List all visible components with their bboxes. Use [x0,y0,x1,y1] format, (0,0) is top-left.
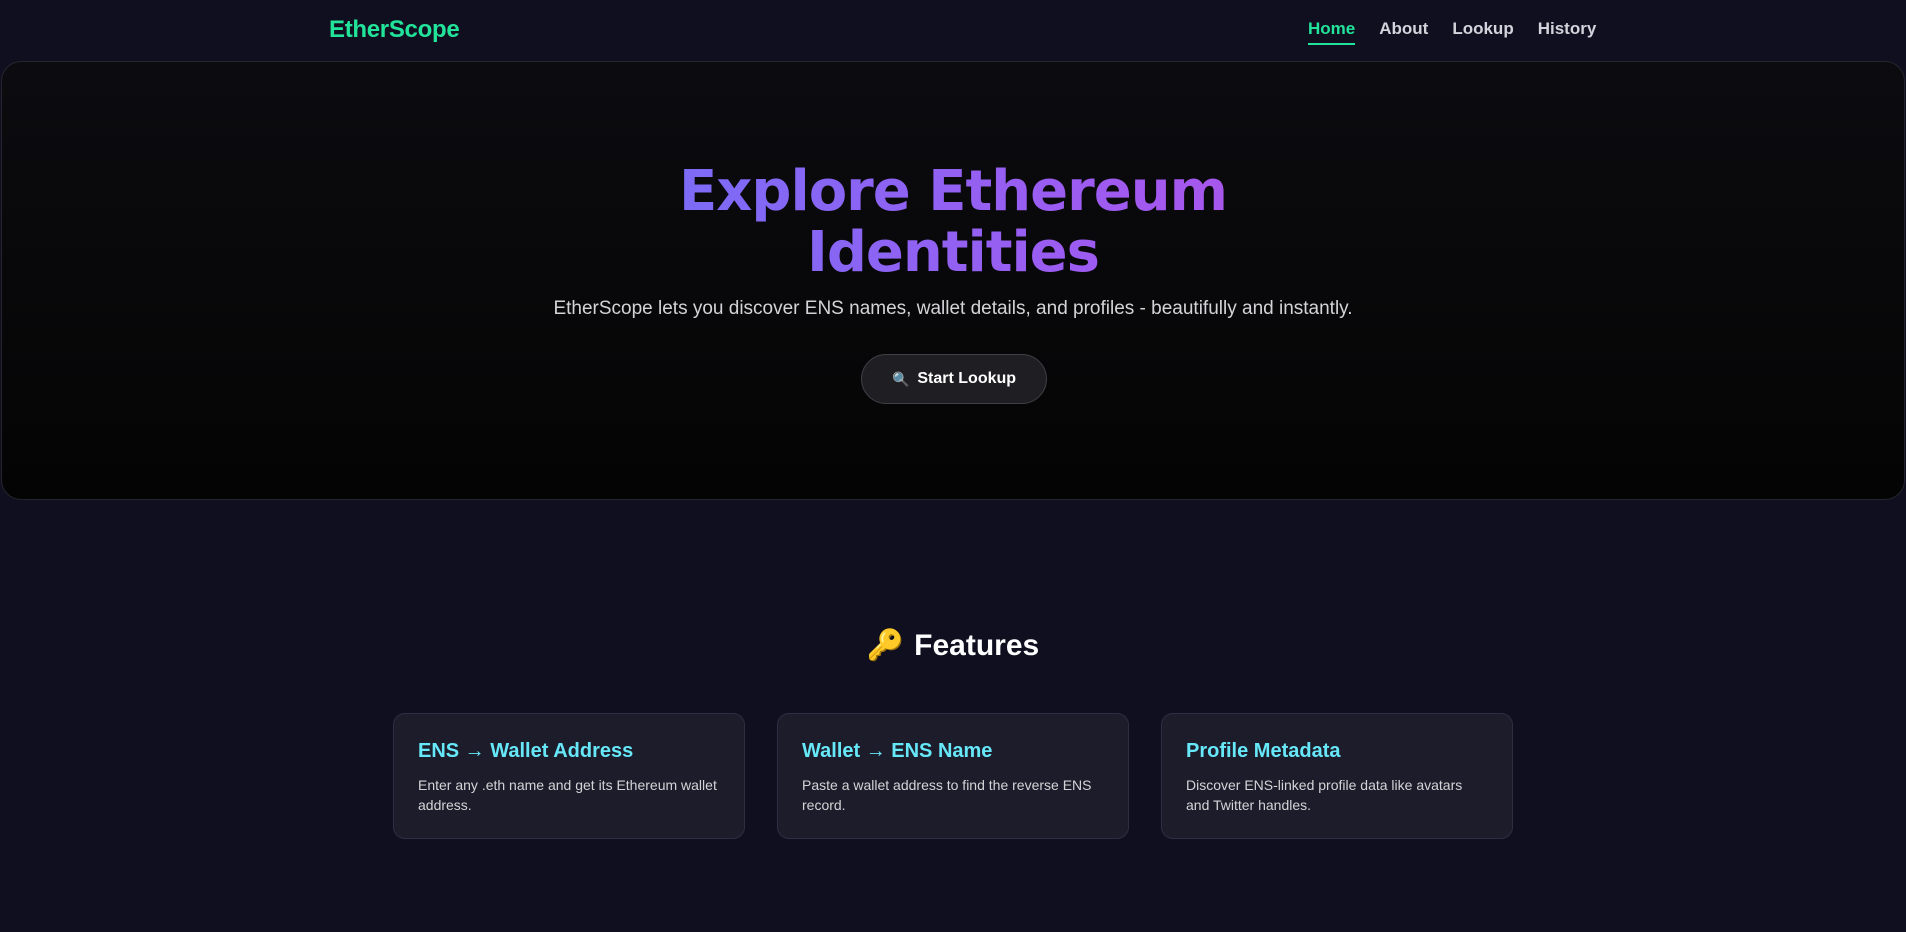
start-lookup-button[interactable]: 🔍 Start Lookup [861,354,1047,404]
start-lookup-label: Start Lookup [917,370,1017,387]
navbar: EtherScope Home About Lookup History [0,0,1906,60]
nav-link-home[interactable]: Home [1308,19,1356,45]
logo[interactable]: EtherScope [329,16,460,44]
nav-links: Home About Lookup History [1308,19,1620,45]
feature-card-profile-metadata: Profile Metadata Discover ENS-linked pro… [1161,713,1513,839]
features-heading: 🔑 Features [0,628,1906,663]
feature-card-description: Discover ENS-linked profile data like av… [1186,777,1463,813]
nav-link-about[interactable]: About [1379,19,1428,45]
nav-link-lookup[interactable]: Lookup [1452,19,1513,45]
magnifier-icon: 🔍 [891,370,910,387]
hero-section: Explore Ethereum Identities EtherScope l… [1,61,1905,500]
key-icon: 🔑 [866,629,905,662]
features-heading-text: Features [914,629,1040,662]
hero-title-text: Explore Ethereum Identities [679,159,1227,285]
nav-link-history[interactable]: History [1538,19,1597,45]
feature-card-title: Profile Metadata [1186,740,1341,762]
feature-card-wallet-to-ens: Wallet → ENS Name Paste a wallet address… [777,713,1129,839]
feature-card-ens-to-wallet: ENS → Wallet Address Enter any .eth name… [393,713,745,839]
feature-card-title: ENS → Wallet Address [418,740,634,762]
hero-title: Explore Ethereum Identities [2,161,1904,283]
feature-card-description: Paste a wallet address to find the rever… [802,777,1092,813]
feature-card-description: Enter any .eth name and get its Ethereum… [418,777,717,813]
hero-subtitle: EtherScope lets you discover ENS names, … [553,298,1353,319]
feature-card-title: Wallet → ENS Name [802,740,993,762]
